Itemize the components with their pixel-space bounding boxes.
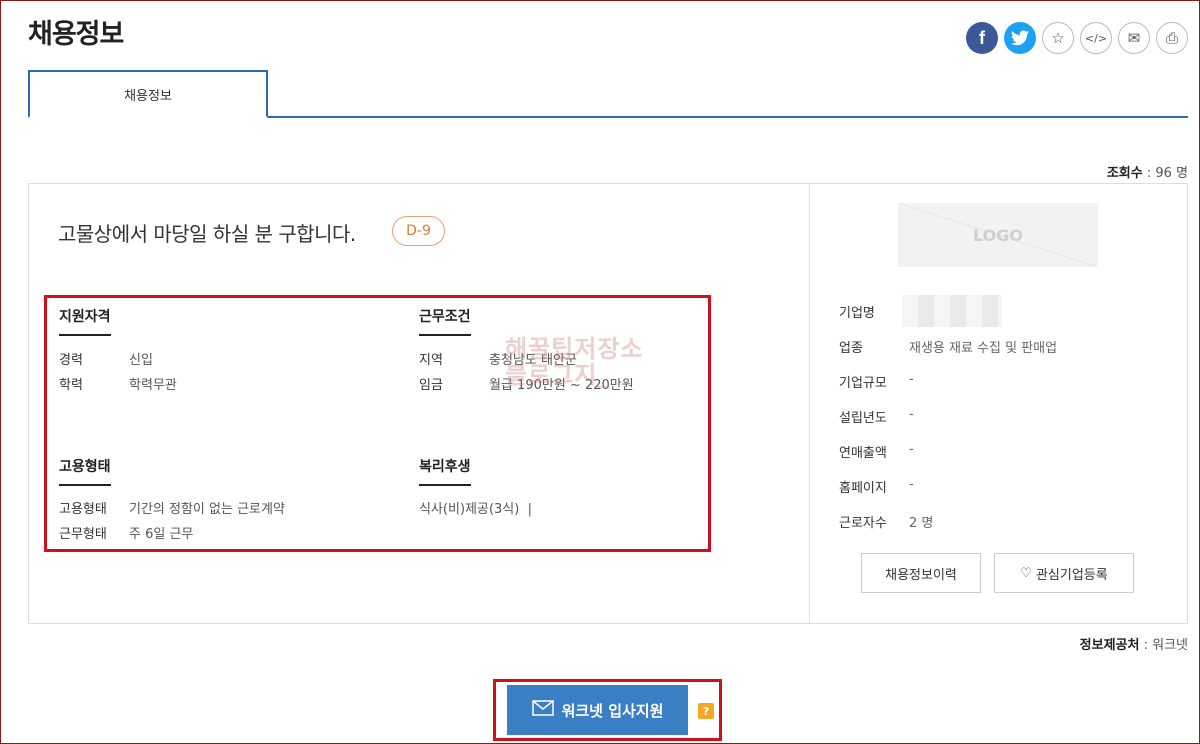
section-heading-employment: 고용형태	[59, 456, 111, 486]
row-key: 고용형태	[59, 502, 107, 517]
favorite-company-label: 관심기업등록	[1035, 567, 1108, 583]
share-toolbar: f ☆ </> ✉ ⎙	[966, 22, 1188, 54]
print-icon[interactable]: ⎙	[1156, 22, 1188, 54]
info-value: 2 명	[909, 516, 934, 531]
info-value: 재생용 재료 수집 및 판매업	[909, 341, 1058, 356]
mail-icon[interactable]: ✉	[1118, 22, 1150, 54]
info-value: -	[909, 407, 914, 422]
view-count-label: 조회수	[1106, 166, 1143, 181]
view-count: 조회수 : 96 명	[1107, 162, 1188, 181]
blurred-company-name	[902, 295, 1002, 327]
info-key: 설립년도	[839, 411, 887, 426]
row-value: 식사(비)제공(3식) |	[419, 502, 532, 517]
row-key: 임금	[419, 378, 443, 393]
logo-text: LOGO	[973, 225, 1023, 245]
favorite-company-button[interactable]: ♡ 관심기업등록	[994, 553, 1134, 593]
apply-button-label: 워크넷 입사지원	[561, 701, 664, 720]
row-key: 경력	[59, 353, 83, 368]
row-key: 지역	[419, 353, 443, 368]
welfare-value: 식사(비)제공(3식) |	[419, 498, 532, 517]
provider-value: : 워크넷	[1139, 638, 1188, 653]
info-key: 연매출액	[839, 446, 887, 461]
job-title: 고물상에서 마당일 하실 분 구합니다.	[58, 222, 356, 246]
info-value: -	[909, 372, 914, 387]
view-count-value: : 96 명	[1142, 166, 1188, 181]
info-key: 근로자수	[839, 516, 887, 531]
section-heading-welfare: 복리후생	[419, 456, 471, 486]
company-info-row: 근로자수 2 명	[839, 512, 933, 531]
company-info-row: 설립년도 -	[839, 407, 914, 426]
tab-bar: 채용정보	[28, 70, 1188, 118]
help-icon[interactable]: ?	[698, 703, 714, 719]
row-value: 학력무관	[129, 378, 177, 393]
info-key: 홈페이지	[839, 481, 887, 496]
company-info-row: 연매출액 -	[839, 442, 914, 461]
info-key: 기업명	[839, 306, 875, 321]
provider-label: 정보제공처	[1079, 638, 1140, 653]
page-title: 채용정보	[28, 19, 124, 50]
info-value: -	[909, 442, 914, 457]
embed-code-icon[interactable]: </>	[1080, 22, 1112, 54]
row-value: 기간의 정함이 없는 근로계약	[129, 502, 285, 517]
apply-button[interactable]: 워크넷 입사지원	[507, 685, 688, 735]
heart-icon: ♡	[1020, 565, 1032, 581]
info-key: 기업규모	[839, 376, 887, 391]
employment-row: 근무형태 주 6일 근무	[59, 523, 193, 542]
mail-icon	[531, 700, 554, 720]
watermark-line: 블로그지_	[505, 361, 611, 389]
twitter-icon[interactable]	[1004, 22, 1036, 54]
section-heading-conditions: 근무조건	[419, 306, 471, 336]
watermark-overlay: 해꿀팁저장소 블로그지_	[505, 336, 643, 388]
card-divider	[809, 184, 810, 623]
info-provider: 정보제공처 : 워크넷	[1080, 634, 1188, 653]
row-value: 신입	[129, 353, 153, 368]
job-history-button[interactable]: 채용정보이력	[861, 553, 981, 593]
info-value: -	[909, 477, 914, 492]
company-info-row: 업종 재생용 재료 수집 및 판매업	[839, 337, 1057, 356]
company-logo: LOGO	[898, 203, 1098, 267]
row-value: 주 6일 근무	[129, 527, 194, 542]
qualification-row: 경력 신입	[59, 349, 153, 368]
row-key: 근무형태	[59, 527, 107, 542]
employment-row: 고용형태 기간의 정함이 없는 근로계약	[59, 498, 285, 517]
company-info-row: 기업명	[839, 302, 909, 321]
qualification-row: 학력 학력무관	[59, 374, 177, 393]
company-info-row: 홈페이지 -	[839, 477, 914, 496]
info-key: 업종	[839, 341, 863, 356]
dday-badge: D-9	[392, 216, 445, 246]
facebook-icon[interactable]: f	[966, 22, 998, 54]
section-heading-qualification: 지원자격	[59, 306, 111, 336]
watermark-line: 해꿀팁저장소	[505, 335, 644, 363]
row-key: 학력	[59, 378, 83, 393]
company-info-row: 기업규모 -	[839, 372, 914, 391]
star-icon[interactable]: ☆	[1042, 22, 1074, 54]
tab-job-info[interactable]: 채용정보	[28, 70, 268, 118]
